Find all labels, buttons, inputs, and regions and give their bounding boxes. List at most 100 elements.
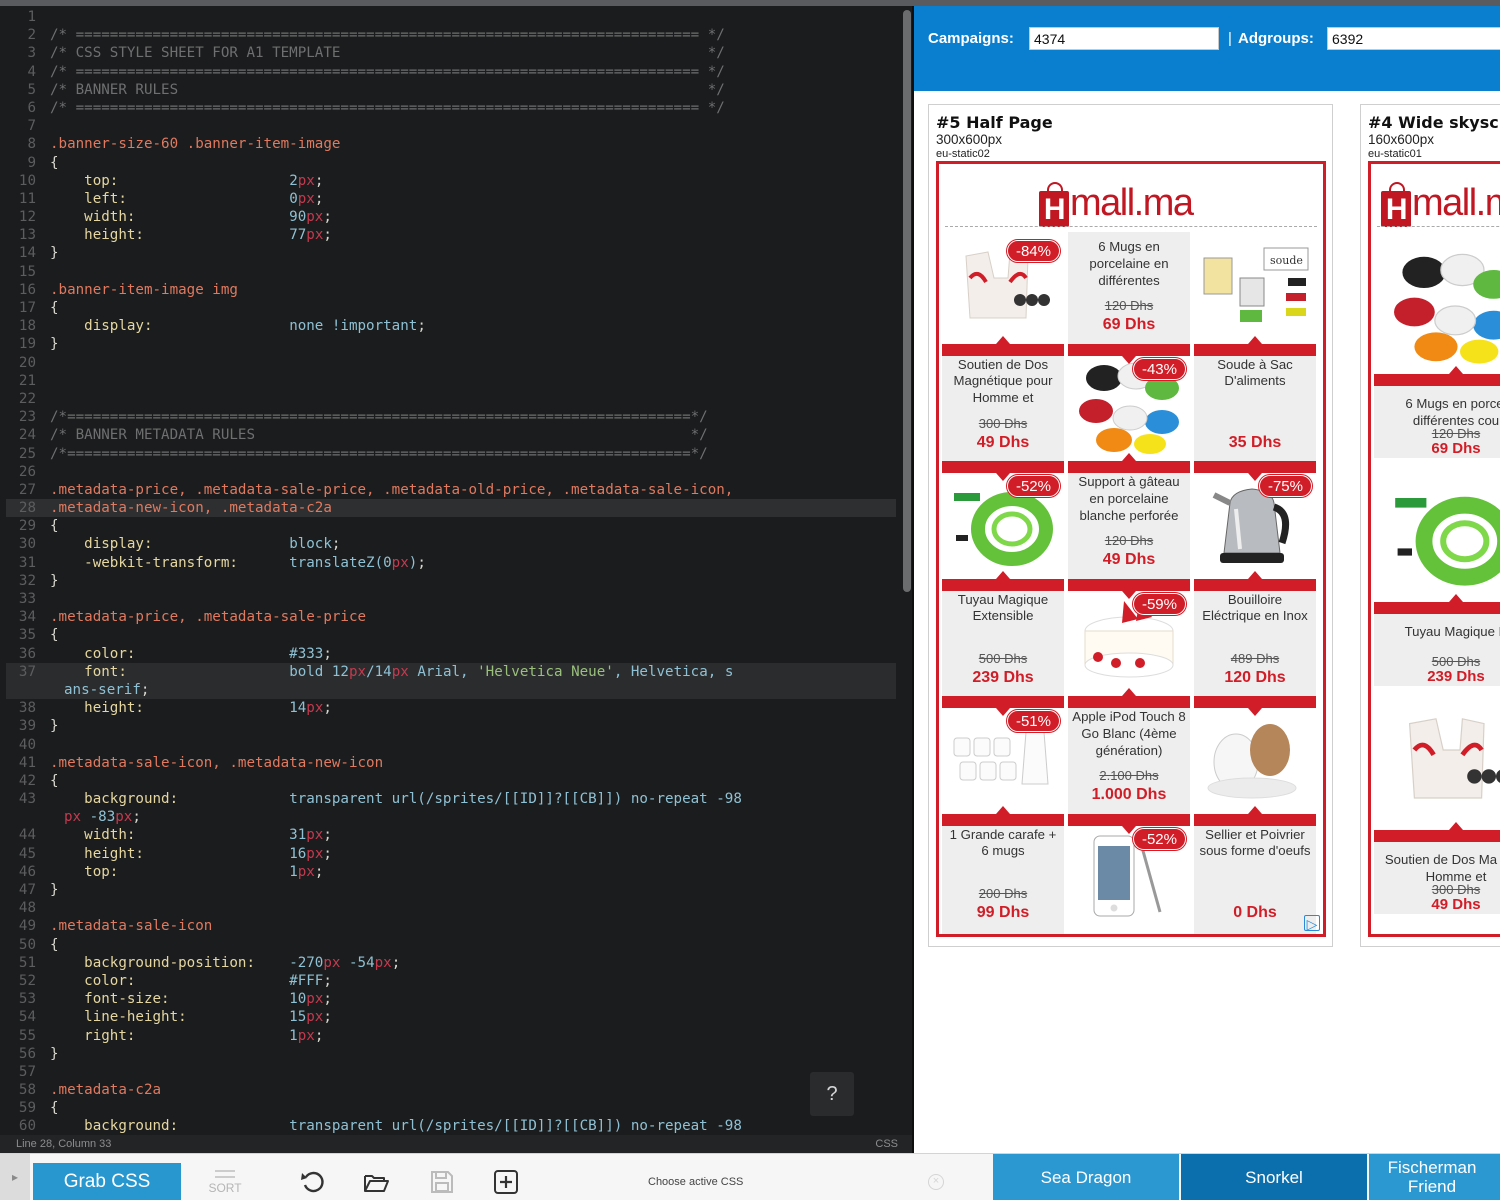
code-line[interactable]: 26 [6,463,896,481]
code-line[interactable]: 33 [6,590,896,608]
code-line[interactable]: 34 .metadata-price, .metadata-sale-price [6,608,896,626]
product-tile[interactable]: soude [1194,232,1316,350]
code-line[interactable]: 31 -webkit-transform: translateZ(0px); [6,554,896,572]
code-line[interactable]: 25/*====================================… [6,445,896,463]
code-line[interactable]: 3/* CSS STYLE SHEET FOR A1 TEMPLATE */ [6,44,896,62]
hmall-logo[interactable]: Hmall.ma [939,164,1323,232]
code-line[interactable]: 36 color: #333; [6,645,896,663]
css-editor[interactable]: 1 2/* ===================================… [0,0,914,1153]
code-line[interactable]: 53 font-size: 10px; [6,990,896,1008]
code-line[interactable]: 7 [6,117,896,135]
product-tile[interactable]: -59% [1068,584,1190,703]
banner-ad-half-page[interactable]: Hmall.ma -84% 6 Mugs en porcelaine en dif… [936,161,1326,937]
css-snorkel-button[interactable]: Snorkel [1181,1154,1367,1200]
code-line[interactable]: 43 background: transparent url(/sprites/… [6,790,896,826]
css-sea-dragon-button[interactable]: Sea Dragon [993,1154,1179,1200]
product-tile[interactable]: -84% [942,232,1064,350]
code-line[interactable]: 13 height: 77px; [6,226,896,244]
code-line[interactable]: 16 .banner-item-image img [6,281,896,299]
code-line[interactable]: 44 width: 31px; [6,826,896,844]
add-icon[interactable] [492,1168,520,1196]
code-line[interactable]: 54 line-height: 15px; [6,1008,896,1026]
code-line[interactable]: 49 .metadata-sale-icon [6,917,896,935]
code-line[interactable]: 22 [6,390,896,408]
code-line[interactable]: 23/*====================================… [6,408,896,426]
code-line[interactable]: 30 display: block; [6,535,896,553]
code-line[interactable]: 11 left: 0px; [6,190,896,208]
banner-ad-skyscraper[interactable]: Hmall.ma 6 Mugs en porcel différentes co… [1368,161,1500,937]
code-line[interactable]: 20 [6,354,896,372]
code-line[interactable]: 55 right: 1px; [6,1027,896,1045]
code-line[interactable]: 48 [6,899,896,917]
code-line[interactable]: 2/* ====================================… [6,26,896,44]
product-tile[interactable]: Bouilloire Eléctrique en Inox 489 Dhs 120 … [1194,584,1316,703]
code-line[interactable]: 39} [6,717,896,735]
product-tile[interactable]: 1 Grande carafe + 6 mugs 200 Dhs 99 Dhs [942,819,1064,934]
hmall-logo[interactable]: Hmall.ma [1371,164,1500,232]
code-line[interactable]: 51 background-position: -270px -54px; [6,954,896,972]
product-tile[interactable]: Apple iPod Touch 8 Go Blanc (4ème généra… [1068,702,1190,820]
code-line[interactable]: 46 top: 1px; [6,863,896,881]
css-fischerman-friend-button[interactable]: Fischerman Friend [1369,1154,1500,1200]
code-line[interactable]: 5/* BANNER RULES */ [6,81,896,99]
product-tile[interactable] [1194,702,1316,820]
code-line[interactable]: 18 display: none !important; [6,317,896,335]
code-line[interactable]: 47} [6,881,896,899]
product-tile[interactable]: Soutien de Dos Magnétique pour Homme et 3… [942,349,1064,468]
product-tile[interactable]: -52% [1068,819,1190,934]
open-folder-icon[interactable] [362,1168,390,1196]
product-image-tile[interactable] [1374,232,1500,372]
save-icon[interactable] [428,1168,456,1196]
code-line[interactable]: 35{ [6,626,896,644]
product-info-tile[interactable]: 6 Mugs en porcel différentes cou 120 Dhs 6… [1374,386,1500,458]
code-line[interactable]: 10 top: 2px; [6,172,896,190]
sort-button[interactable]: SORT [199,1166,251,1199]
product-tile[interactable]: Sellier et Poivrier sous forme d'oeufs 0 … [1194,819,1316,934]
code-line[interactable]: 17{ [6,299,896,317]
code-line[interactable]: 42{ [6,772,896,790]
clear-selection-icon[interactable]: × [928,1174,944,1190]
product-info-tile[interactable]: Soutien de Dos Ma pour Homme et300 Dhs49… [1374,842,1500,914]
grab-css-button[interactable]: Grab CSS [33,1163,181,1200]
code-line[interactable]: 24/* BANNER METADATA RULES */ [6,426,896,444]
product-image-tile[interactable] [1374,688,1500,828]
code-line[interactable]: 28 .metadata-new-icon, .metadata-c2a [6,499,896,518]
code-line[interactable]: 37 font: bold 12px/14px Arial, 'Helvetic… [6,662,896,700]
code-line[interactable]: 15 [6,263,896,281]
code-line[interactable]: 58 .metadata-c2a [6,1081,896,1099]
code-line[interactable]: 52 color: #FFF; [6,972,896,990]
code-line[interactable]: 4/* ====================================… [6,63,896,81]
adgroups-input[interactable] [1327,27,1500,50]
toolbar-expand-icon[interactable]: ▸ [0,1154,30,1200]
code-line[interactable]: 40 [6,736,896,754]
adchoices-icon[interactable]: ▷ [1304,915,1320,932]
code-line[interactable]: 14} [6,244,896,262]
product-tile[interactable]: 6 Mugs en porcelaine en différentes 120 D… [1068,232,1190,350]
code-line[interactable]: 19} [6,335,896,353]
undo-icon[interactable] [299,1168,327,1196]
campaigns-input[interactable] [1029,27,1219,50]
code-line[interactable]: 56} [6,1045,896,1063]
code-line[interactable]: 41 .metadata-sale-icon, .metadata-new-ico… [6,754,896,772]
code-line[interactable]: 29{ [6,517,896,535]
code-line[interactable]: 8 .banner-size-60 .banner-item-image [6,135,896,153]
code-line[interactable]: 9{ [6,154,896,172]
code-line[interactable]: 57 [6,1063,896,1081]
code-line[interactable]: 21 [6,372,896,390]
editor-scrollbar-thumb[interactable] [903,10,911,592]
product-tile[interactable]: Support à gâteau en porcelaine blanche p… [1068,467,1190,585]
code-area[interactable]: 1 2/* ===================================… [6,8,896,1135]
code-line[interactable]: 38 height: 14px; [6,699,896,717]
code-line[interactable]: 50{ [6,936,896,954]
choose-active-css-select[interactable]: Choose active CSS [648,1176,743,1188]
banner-card-wide-skyscraper[interactable]: #4 Wide skyscr 160x600px eu-static01 Hma… [1360,104,1500,947]
product-tile[interactable]: -43% [1068,349,1190,468]
product-image-tile[interactable] [1374,460,1500,600]
code-line[interactable]: 27 .metadata-price, .metadata-sale-price,… [6,481,896,499]
product-tile[interactable]: -51% [942,702,1064,820]
banner-card-half-page[interactable]: #5 Half Page 300x600px eu-static02 Hmall… [928,104,1333,947]
help-button[interactable]: ? [810,1072,854,1116]
product-info-tile[interactable]: Tuyau Magique E 500 Dhs 239 Dhs [1374,614,1500,686]
code-line[interactable]: 60 background: transparent url(/sprites/… [6,1117,896,1135]
code-line[interactable]: 45 height: 16px; [6,845,896,863]
